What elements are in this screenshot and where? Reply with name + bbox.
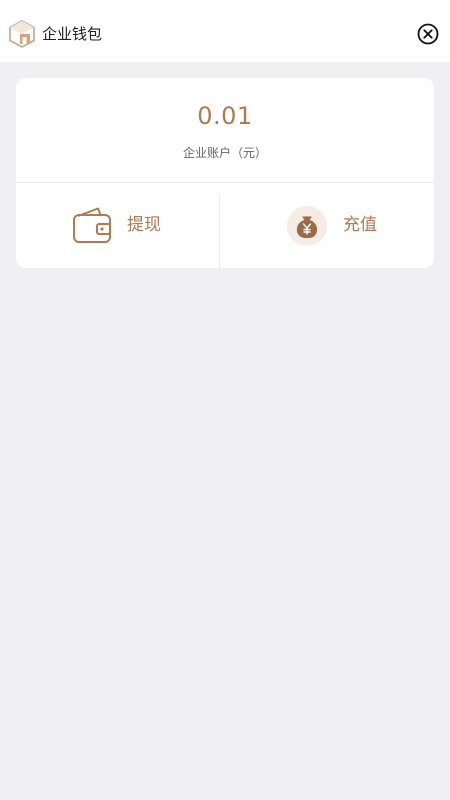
header-bar: 企业钱包 [0,0,450,62]
close-button[interactable] [416,22,440,46]
account-card: 0.01 企业账户（元） 提现 充值 [16,78,434,268]
account-balance-label: 企业账户（元） [182,146,267,160]
withdraw-button[interactable]: 提现 [16,183,219,268]
wallet-icon [73,207,111,243]
withdraw-label: 提现 [127,215,161,235]
recharge-label: 充值 [343,215,377,235]
account-balance: 0.01 [197,102,253,130]
page-title: 企业钱包 [42,25,103,43]
money-bag-yen-icon [287,206,327,246]
store-logo-icon [9,20,35,48]
recharge-button[interactable]: 充值 [220,183,434,268]
